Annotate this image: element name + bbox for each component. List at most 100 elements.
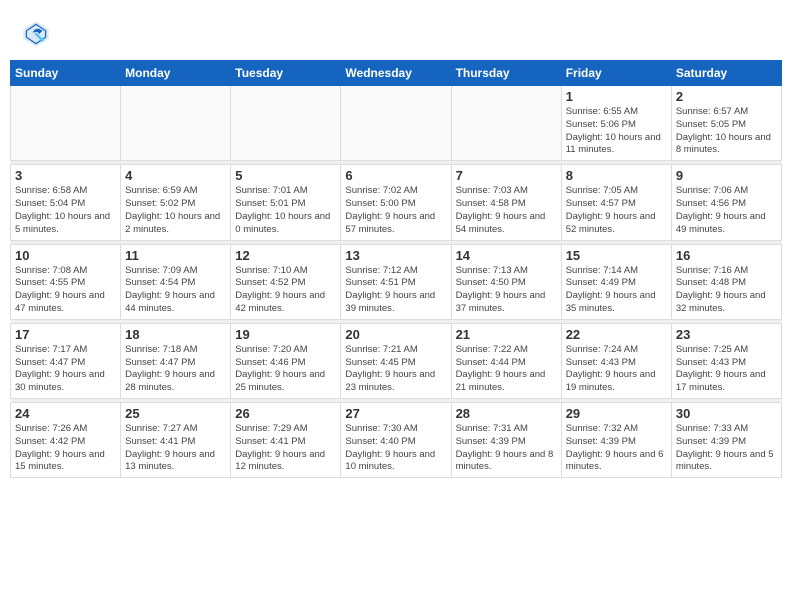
day-number: 17 [15, 327, 116, 342]
day-number: 15 [566, 248, 667, 263]
calendar-header-wednesday: Wednesday [341, 61, 451, 86]
day-number: 13 [345, 248, 446, 263]
calendar-table: SundayMondayTuesdayWednesdayThursdayFrid… [10, 60, 782, 478]
day-info: Sunrise: 7:13 AM Sunset: 4:50 PM Dayligh… [456, 265, 557, 316]
day-number: 29 [566, 406, 667, 421]
day-number: 10 [15, 248, 116, 263]
logo [20, 18, 56, 50]
day-info: Sunrise: 7:03 AM Sunset: 4:58 PM Dayligh… [456, 185, 557, 236]
day-info: Sunrise: 7:05 AM Sunset: 4:57 PM Dayligh… [566, 185, 667, 236]
day-info: Sunrise: 6:55 AM Sunset: 5:06 PM Dayligh… [566, 106, 667, 157]
day-info: Sunrise: 7:01 AM Sunset: 5:01 PM Dayligh… [235, 185, 336, 236]
calendar-day [121, 86, 231, 161]
calendar-day: 9 Sunrise: 7:06 AM Sunset: 4:56 PM Daylig… [671, 165, 781, 240]
calendar-day: 22 Sunrise: 7:24 AM Sunset: 4:43 PM Dayli… [561, 323, 671, 398]
day-info: Sunrise: 7:29 AM Sunset: 4:41 PM Dayligh… [235, 423, 336, 474]
calendar-day: 8 Sunrise: 7:05 AM Sunset: 4:57 PM Daylig… [561, 165, 671, 240]
day-number: 22 [566, 327, 667, 342]
calendar-day: 16 Sunrise: 7:16 AM Sunset: 4:48 PM Dayli… [671, 244, 781, 319]
calendar-header-tuesday: Tuesday [231, 61, 341, 86]
day-number: 16 [676, 248, 777, 263]
day-number: 6 [345, 168, 446, 183]
calendar-day: 23 Sunrise: 7:25 AM Sunset: 4:43 PM Dayli… [671, 323, 781, 398]
calendar-header-monday: Monday [121, 61, 231, 86]
day-number: 5 [235, 168, 336, 183]
day-number: 8 [566, 168, 667, 183]
day-info: Sunrise: 7:26 AM Sunset: 4:42 PM Dayligh… [15, 423, 116, 474]
day-number: 11 [125, 248, 226, 263]
calendar-day: 19 Sunrise: 7:20 AM Sunset: 4:46 PM Dayli… [231, 323, 341, 398]
calendar-day: 18 Sunrise: 7:18 AM Sunset: 4:47 PM Dayli… [121, 323, 231, 398]
day-number: 3 [15, 168, 116, 183]
calendar-day: 7 Sunrise: 7:03 AM Sunset: 4:58 PM Daylig… [451, 165, 561, 240]
header [10, 10, 782, 56]
calendar-day: 20 Sunrise: 7:21 AM Sunset: 4:45 PM Dayli… [341, 323, 451, 398]
calendar-week-1: 1Sunrise: 6:55 AM Sunset: 5:06 PM Daylig… [11, 86, 782, 161]
day-info: Sunrise: 7:22 AM Sunset: 4:44 PM Dayligh… [456, 344, 557, 395]
day-info: Sunrise: 7:20 AM Sunset: 4:46 PM Dayligh… [235, 344, 336, 395]
calendar-day: 4Sunrise: 6:59 AM Sunset: 5:02 PM Daylig… [121, 165, 231, 240]
day-info: Sunrise: 7:08 AM Sunset: 4:55 PM Dayligh… [15, 265, 116, 316]
calendar-header-row: SundayMondayTuesdayWednesdayThursdayFrid… [11, 61, 782, 86]
calendar-day [451, 86, 561, 161]
calendar-week-3: 10 Sunrise: 7:08 AM Sunset: 4:55 PM Dayli… [11, 244, 782, 319]
day-number: 2 [676, 89, 777, 104]
calendar-day: 24Sunrise: 7:26 AM Sunset: 4:42 PM Dayli… [11, 403, 121, 478]
day-info: Sunrise: 7:09 AM Sunset: 4:54 PM Dayligh… [125, 265, 226, 316]
day-info: Sunrise: 7:31 AM Sunset: 4:39 PM Dayligh… [456, 423, 557, 474]
calendar-week-4: 17 Sunrise: 7:17 AM Sunset: 4:47 PM Dayli… [11, 323, 782, 398]
calendar-day: 1Sunrise: 6:55 AM Sunset: 5:06 PM Daylig… [561, 86, 671, 161]
calendar-day: 3 Sunrise: 6:58 AM Sunset: 5:04 PM Daylig… [11, 165, 121, 240]
logo-icon [20, 18, 52, 50]
day-number: 9 [676, 168, 777, 183]
day-info: Sunrise: 7:06 AM Sunset: 4:56 PM Dayligh… [676, 185, 777, 236]
calendar-day: 13Sunrise: 7:12 AM Sunset: 4:51 PM Dayli… [341, 244, 451, 319]
calendar-day [11, 86, 121, 161]
calendar-day: 15 Sunrise: 7:14 AM Sunset: 4:49 PM Dayli… [561, 244, 671, 319]
calendar-day: 27 Sunrise: 7:30 AM Sunset: 4:40 PM Dayli… [341, 403, 451, 478]
calendar-header-thursday: Thursday [451, 61, 561, 86]
day-info: Sunrise: 7:16 AM Sunset: 4:48 PM Dayligh… [676, 265, 777, 316]
day-info: Sunrise: 7:32 AM Sunset: 4:39 PM Dayligh… [566, 423, 667, 474]
day-info: Sunrise: 6:59 AM Sunset: 5:02 PM Dayligh… [125, 185, 226, 236]
calendar-header-friday: Friday [561, 61, 671, 86]
day-info: Sunrise: 7:27 AM Sunset: 4:41 PM Dayligh… [125, 423, 226, 474]
calendar-day: 14 Sunrise: 7:13 AM Sunset: 4:50 PM Dayli… [451, 244, 561, 319]
day-number: 7 [456, 168, 557, 183]
day-info: Sunrise: 7:33 AM Sunset: 4:39 PM Dayligh… [676, 423, 777, 474]
day-info: Sunrise: 7:14 AM Sunset: 4:49 PM Dayligh… [566, 265, 667, 316]
calendar-day: 17 Sunrise: 7:17 AM Sunset: 4:47 PM Dayli… [11, 323, 121, 398]
day-number: 28 [456, 406, 557, 421]
day-number: 26 [235, 406, 336, 421]
calendar-day: 30Sunrise: 7:33 AM Sunset: 4:39 PM Dayli… [671, 403, 781, 478]
day-number: 20 [345, 327, 446, 342]
calendar-day: 29 Sunrise: 7:32 AM Sunset: 4:39 PM Dayli… [561, 403, 671, 478]
calendar-day: 26 Sunrise: 7:29 AM Sunset: 4:41 PM Dayli… [231, 403, 341, 478]
calendar-day: 28 Sunrise: 7:31 AM Sunset: 4:39 PM Dayli… [451, 403, 561, 478]
day-number: 23 [676, 327, 777, 342]
calendar-day [341, 86, 451, 161]
calendar-day: 2 Sunrise: 6:57 AM Sunset: 5:05 PM Daylig… [671, 86, 781, 161]
day-info: Sunrise: 7:17 AM Sunset: 4:47 PM Dayligh… [15, 344, 116, 395]
day-number: 19 [235, 327, 336, 342]
day-info: Sunrise: 7:25 AM Sunset: 4:43 PM Dayligh… [676, 344, 777, 395]
calendar-header-sunday: Sunday [11, 61, 121, 86]
day-number: 12 [235, 248, 336, 263]
day-number: 14 [456, 248, 557, 263]
calendar-day: 5 Sunrise: 7:01 AM Sunset: 5:01 PM Daylig… [231, 165, 341, 240]
day-info: Sunrise: 6:57 AM Sunset: 5:05 PM Dayligh… [676, 106, 777, 157]
day-info: Sunrise: 7:10 AM Sunset: 4:52 PM Dayligh… [235, 265, 336, 316]
calendar-week-5: 24Sunrise: 7:26 AM Sunset: 4:42 PM Dayli… [11, 403, 782, 478]
day-info: Sunrise: 7:24 AM Sunset: 4:43 PM Dayligh… [566, 344, 667, 395]
calendar-day: 10 Sunrise: 7:08 AM Sunset: 4:55 PM Dayli… [11, 244, 121, 319]
day-number: 21 [456, 327, 557, 342]
calendar-body: 1Sunrise: 6:55 AM Sunset: 5:06 PM Daylig… [11, 86, 782, 478]
day-info: Sunrise: 7:30 AM Sunset: 4:40 PM Dayligh… [345, 423, 446, 474]
day-info: Sunrise: 7:21 AM Sunset: 4:45 PM Dayligh… [345, 344, 446, 395]
day-number: 18 [125, 327, 226, 342]
day-info: Sunrise: 7:18 AM Sunset: 4:47 PM Dayligh… [125, 344, 226, 395]
day-number: 27 [345, 406, 446, 421]
calendar-day: 21 Sunrise: 7:22 AM Sunset: 4:44 PM Dayli… [451, 323, 561, 398]
day-info: Sunrise: 6:58 AM Sunset: 5:04 PM Dayligh… [15, 185, 116, 236]
calendar-day: 25Sunrise: 7:27 AM Sunset: 4:41 PM Dayli… [121, 403, 231, 478]
